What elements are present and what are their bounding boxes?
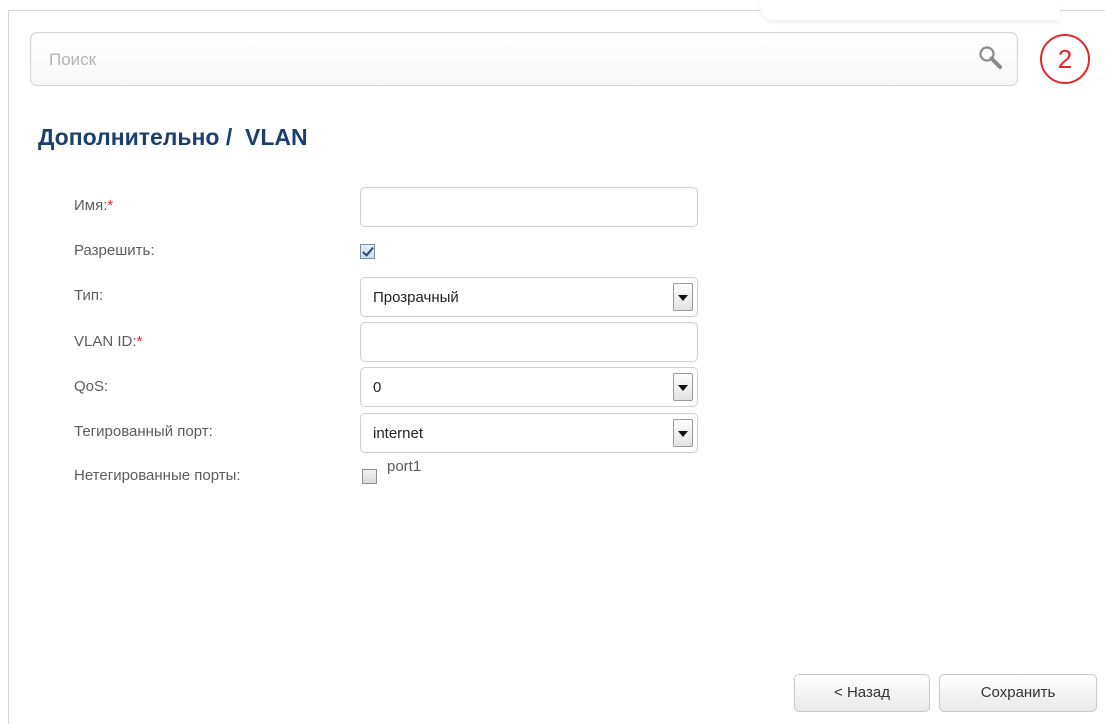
- type-label: Тип:: [74, 287, 104, 304]
- required-marker: *: [107, 197, 114, 214]
- qos-label: QoS:: [74, 378, 109, 395]
- name-label: Имя:*: [74, 197, 113, 214]
- untagged-ports-label: Нетегированные порты:: [74, 467, 241, 484]
- page-title: Дополнительно / VLAN: [38, 124, 308, 150]
- notification-badge[interactable]: 2: [1040, 34, 1090, 84]
- back-button[interactable]: < Назад: [794, 674, 930, 712]
- required-marker: *: [136, 333, 143, 350]
- chevron-down-icon[interactable]: [673, 419, 693, 447]
- chevron-down-icon[interactable]: [673, 373, 693, 401]
- save-button[interactable]: Сохранить: [939, 674, 1097, 712]
- search-box[interactable]: [30, 32, 1018, 86]
- chevron-down-icon[interactable]: [673, 283, 693, 311]
- enable-checkbox[interactable]: [360, 244, 375, 259]
- name-input[interactable]: [360, 187, 698, 227]
- search-input[interactable]: [47, 45, 951, 75]
- tagged-port-label: Тегированный порт:: [74, 423, 213, 440]
- type-select-value: Прозрачный: [373, 289, 459, 306]
- port1-checkbox[interactable]: [362, 469, 377, 484]
- vlan-id-label: VLAN ID:*: [74, 333, 142, 350]
- header-notch: [760, 0, 1060, 20]
- qos-select-value: 0: [373, 379, 382, 396]
- port1-label: port1: [387, 458, 422, 475]
- tagged-port-select[interactable]: internet: [360, 413, 698, 453]
- type-select[interactable]: Прозрачный: [360, 277, 698, 317]
- enable-label: Разрешить:: [74, 242, 155, 259]
- search-icon[interactable]: [976, 44, 1006, 74]
- page: 2 Дополнительно / VLAN Имя:* Разрешить: …: [0, 0, 1105, 724]
- qos-select[interactable]: 0: [360, 367, 698, 407]
- vlan-id-input[interactable]: [360, 322, 698, 362]
- name-label-text: Имя:: [74, 197, 108, 214]
- vlan-id-label-text: VLAN ID:: [74, 333, 137, 350]
- tagged-port-select-value: internet: [373, 425, 424, 442]
